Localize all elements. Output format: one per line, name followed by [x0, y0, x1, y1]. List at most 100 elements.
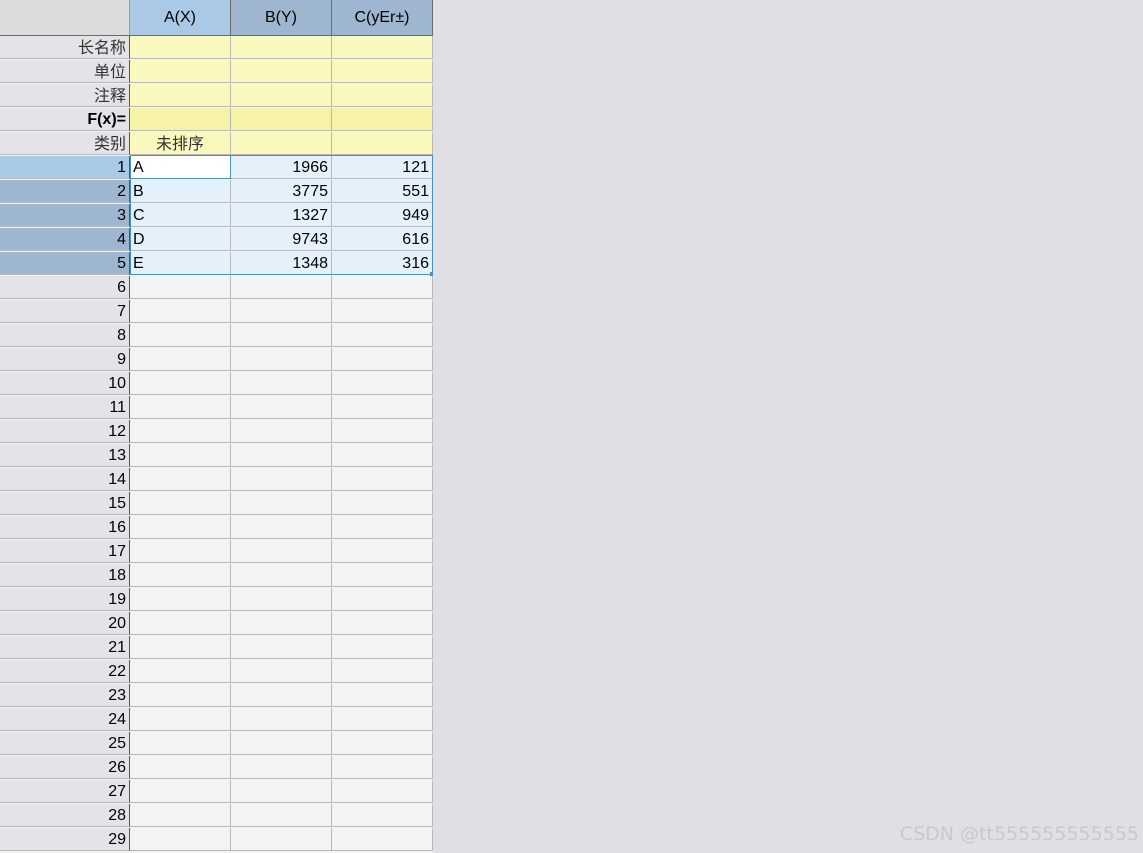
empty-cell-a[interactable]: [130, 396, 231, 419]
empty-cell-a[interactable]: [130, 492, 231, 515]
data-cell-b[interactable]: 3775: [231, 180, 332, 203]
empty-cell-a[interactable]: [130, 348, 231, 371]
empty-cell-b[interactable]: [231, 276, 332, 299]
long-name-label[interactable]: 长名称: [0, 36, 130, 59]
row-number[interactable]: 29: [0, 828, 130, 851]
empty-cell-c[interactable]: [332, 396, 433, 419]
empty-cell-c[interactable]: [332, 636, 433, 659]
row-number[interactable]: 13: [0, 444, 130, 467]
row-number[interactable]: 5: [0, 252, 130, 275]
empty-cell-a[interactable]: [130, 516, 231, 539]
empty-cell-a[interactable]: [130, 636, 231, 659]
comments-cell-c[interactable]: [332, 84, 433, 107]
column-header-b[interactable]: B(Y): [231, 0, 332, 36]
units-cell-c[interactable]: [332, 60, 433, 83]
empty-cell-b[interactable]: [231, 300, 332, 323]
column-header-c[interactable]: C(yEr±): [332, 0, 433, 36]
empty-cell-b[interactable]: [231, 420, 332, 443]
empty-cell-c[interactable]: [332, 804, 433, 827]
empty-cell-a[interactable]: [130, 300, 231, 323]
units-cell-b[interactable]: [231, 60, 332, 83]
empty-cell-a[interactable]: [130, 828, 231, 851]
empty-cell-a[interactable]: [130, 564, 231, 587]
row-number[interactable]: 2: [0, 180, 130, 203]
empty-cell-a[interactable]: [130, 732, 231, 755]
long-name-cell-b[interactable]: [231, 36, 332, 59]
empty-cell-b[interactable]: [231, 396, 332, 419]
empty-cell-a[interactable]: [130, 756, 231, 779]
empty-cell-b[interactable]: [231, 540, 332, 563]
empty-cell-c[interactable]: [332, 348, 433, 371]
empty-cell-c[interactable]: [332, 540, 433, 563]
row-number[interactable]: 20: [0, 612, 130, 635]
empty-cell-a[interactable]: [130, 540, 231, 563]
fx-label[interactable]: F(x)=: [0, 108, 130, 131]
empty-cell-a[interactable]: [130, 708, 231, 731]
data-cell-b[interactable]: 1327: [231, 204, 332, 227]
empty-cell-c[interactable]: [332, 372, 433, 395]
empty-cell-c[interactable]: [332, 492, 433, 515]
empty-cell-b[interactable]: [231, 348, 332, 371]
empty-cell-a[interactable]: [130, 612, 231, 635]
empty-cell-c[interactable]: [332, 660, 433, 683]
empty-cell-a[interactable]: [130, 324, 231, 347]
empty-cell-c[interactable]: [332, 444, 433, 467]
empty-cell-c[interactable]: [332, 756, 433, 779]
empty-cell-b[interactable]: [231, 588, 332, 611]
empty-cell-c[interactable]: [332, 828, 433, 851]
empty-cell-b[interactable]: [231, 612, 332, 635]
empty-cell-a[interactable]: [130, 372, 231, 395]
fx-cell-c[interactable]: [332, 108, 433, 131]
empty-cell-c[interactable]: [332, 564, 433, 587]
empty-cell-c[interactable]: [332, 612, 433, 635]
row-number[interactable]: 10: [0, 372, 130, 395]
column-header-a[interactable]: A(X): [130, 0, 231, 36]
row-number[interactable]: 12: [0, 420, 130, 443]
empty-cell-a[interactable]: [130, 444, 231, 467]
long-name-cell-c[interactable]: [332, 36, 433, 59]
data-cell-c[interactable]: 949: [332, 204, 433, 227]
empty-cell-c[interactable]: [332, 780, 433, 803]
fill-handle[interactable]: [430, 272, 433, 276]
units-label[interactable]: 单位: [0, 60, 130, 83]
row-number[interactable]: 16: [0, 516, 130, 539]
empty-cell-b[interactable]: [231, 492, 332, 515]
empty-cell-a[interactable]: [130, 588, 231, 611]
empty-cell-c[interactable]: [332, 276, 433, 299]
long-name-cell-a[interactable]: [130, 36, 231, 59]
empty-cell-b[interactable]: [231, 660, 332, 683]
row-number[interactable]: 11: [0, 396, 130, 419]
data-cell-b[interactable]: 9743: [231, 228, 332, 251]
empty-cell-a[interactable]: [130, 468, 231, 491]
empty-cell-a[interactable]: [130, 276, 231, 299]
categories-label[interactable]: 类别: [0, 132, 130, 155]
row-number[interactable]: 24: [0, 708, 130, 731]
empty-cell-c[interactable]: [332, 732, 433, 755]
empty-cell-b[interactable]: [231, 468, 332, 491]
row-number[interactable]: 17: [0, 540, 130, 563]
row-number[interactable]: 14: [0, 468, 130, 491]
empty-cell-c[interactable]: [332, 684, 433, 707]
data-cell-a[interactable]: B: [130, 180, 231, 203]
empty-cell-b[interactable]: [231, 324, 332, 347]
empty-cell-b[interactable]: [231, 684, 332, 707]
empty-cell-a[interactable]: [130, 804, 231, 827]
comments-label[interactable]: 注释: [0, 84, 130, 107]
empty-cell-c[interactable]: [332, 324, 433, 347]
data-cell-a[interactable]: D: [130, 228, 231, 251]
empty-cell-c[interactable]: [332, 708, 433, 731]
empty-cell-c[interactable]: [332, 300, 433, 323]
row-number[interactable]: 4: [0, 228, 130, 251]
row-number[interactable]: 7: [0, 300, 130, 323]
empty-cell-c[interactable]: [332, 420, 433, 443]
data-cell-b[interactable]: 1966: [231, 156, 332, 179]
row-number[interactable]: 9: [0, 348, 130, 371]
data-cell-c[interactable]: 121: [332, 156, 433, 179]
empty-cell-b[interactable]: [231, 828, 332, 851]
row-number[interactable]: 19: [0, 588, 130, 611]
comments-cell-a[interactable]: [130, 84, 231, 107]
data-cell-b[interactable]: 1348: [231, 252, 332, 275]
fx-cell-b[interactable]: [231, 108, 332, 131]
categories-cell-b[interactable]: [231, 132, 332, 155]
data-cell-c[interactable]: 551: [332, 180, 433, 203]
